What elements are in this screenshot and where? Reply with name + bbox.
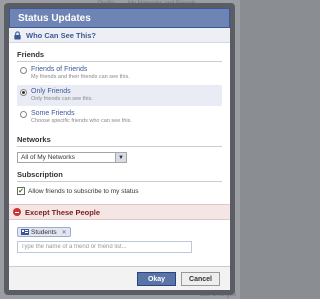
lock-icon [14,30,21,40]
subscription-heading: Subscription [17,170,222,182]
chevron-down-icon[interactable]: ▼ [115,153,126,162]
networks-selected-value: All of My Networks [21,154,75,161]
networks-heading: Networks [17,135,222,147]
dialog-footer: Okay Cancel [9,266,230,290]
status-updates-dialog: Status Updates Who Can See This? Friends… [4,3,235,295]
minus-circle-icon [13,208,21,216]
who-can-see-header: Who Can See This? [9,28,230,43]
option-label: Only Friends [31,88,71,95]
okay-button[interactable]: Okay [137,272,176,286]
subscribe-label: Allow friends to subscribe to my status [28,187,139,195]
except-header: Except These People [9,204,230,220]
who-can-see-label: Who Can See This? [26,30,97,40]
dialog-title: Status Updates [9,8,230,28]
option-some-friends[interactable]: Some Friends Choose specific friends who… [17,107,222,128]
friend-list-icon [21,229,29,235]
radio-some-friends[interactable] [20,111,27,118]
remove-token-icon[interactable]: ✕ [62,229,67,236]
friend-list-token: Students ✕ [17,227,71,237]
radio-friends-of-friends[interactable] [20,67,27,74]
option-label: Friends of Friends [31,66,88,73]
dialog-body: Status Updates Who Can See This? Friends… [9,8,230,290]
friend-search-input[interactable] [17,241,192,253]
option-only-friends[interactable]: Only Friends Only friends can see this. [17,85,222,106]
option-friends-of-friends[interactable]: Friends of Friends My friends and their … [17,63,222,84]
cancel-button[interactable]: Cancel [181,272,220,286]
networks-select[interactable]: All of My Networks ▼ [17,152,127,163]
except-heading: Except These People [25,207,101,217]
subscribe-option[interactable]: ✔ Allow friends to subscribe to my statu… [17,187,222,195]
friends-heading: Friends [17,50,222,62]
option-label: Some Friends [31,110,75,117]
radio-only-friends[interactable] [20,89,27,96]
option-description: Only friends can see this. [31,96,93,102]
option-description: My friends and their friends can see thi… [31,74,130,80]
subscribe-checkbox[interactable]: ✔ [17,187,25,195]
token-label: Students [31,228,57,236]
option-description: Choose specific friends who can see this… [31,118,132,124]
